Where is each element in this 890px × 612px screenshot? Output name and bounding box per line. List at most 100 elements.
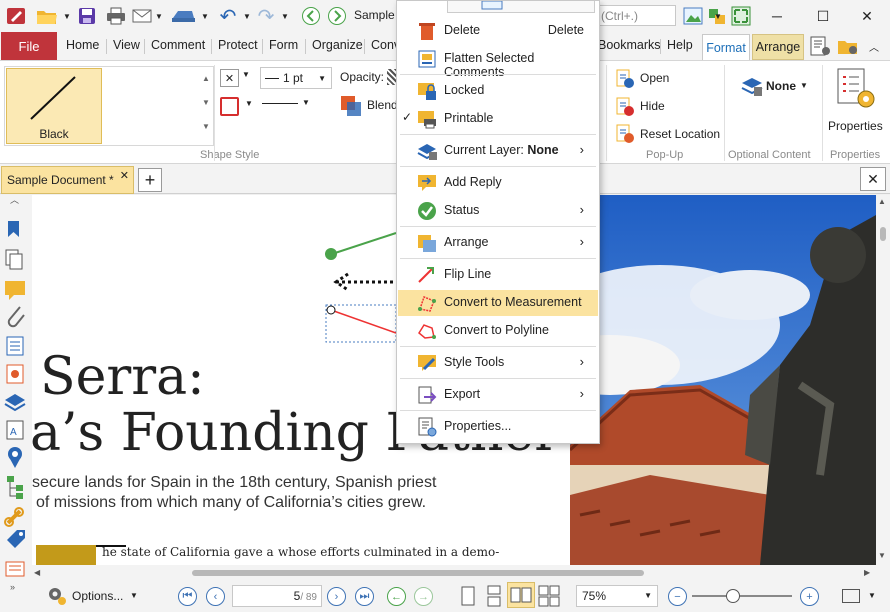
- fullscreen-icon[interactable]: [730, 6, 752, 26]
- first-page-button[interactable]: ⏮: [178, 587, 197, 606]
- chevron-down-icon[interactable]: ▼: [280, 6, 290, 26]
- tab-arrange[interactable]: Arrange: [752, 34, 804, 60]
- image-icon[interactable]: [682, 6, 704, 26]
- continuous-facing-icon[interactable]: [536, 585, 562, 607]
- tab-protect[interactable]: Protect: [218, 38, 258, 52]
- chevron-down-icon[interactable]: ▼: [154, 6, 164, 26]
- tab-view[interactable]: View: [113, 38, 140, 52]
- optional-content-none-button[interactable]: None: [766, 79, 796, 93]
- menu-item-status[interactable]: Status ›: [398, 198, 598, 224]
- panel-icons[interactable]: A: [0, 195, 32, 580]
- close-document-button[interactable]: ✕: [860, 167, 886, 191]
- properties-button[interactable]: Properties: [828, 119, 883, 133]
- facing-pages-icon[interactable]: [507, 582, 535, 608]
- scanner-icon[interactable]: [168, 6, 198, 26]
- new-tab-button[interactable]: +: [138, 168, 162, 192]
- close-tab-icon[interactable]: ✕: [120, 169, 129, 182]
- save-icon[interactable]: [76, 6, 98, 26]
- chevron-down-icon[interactable]: ▼: [713, 6, 723, 26]
- undo-icon[interactable]: ↶: [216, 6, 240, 28]
- zoom-slider-thumb[interactable]: [726, 589, 740, 603]
- menu-item-locked[interactable]: Locked: [398, 78, 598, 104]
- menu-item-properties[interactable]: Properties...: [398, 414, 598, 440]
- menu-item-current-layer[interactable]: Current Layer: None ›: [398, 138, 598, 164]
- options-button[interactable]: Options...: [72, 589, 123, 603]
- blend-label[interactable]: Blend: [367, 98, 398, 112]
- popup-open-button[interactable]: Open: [640, 71, 669, 85]
- tab-comment[interactable]: Comment: [151, 38, 205, 52]
- tab-home[interactable]: Home: [66, 38, 99, 52]
- single-page-icon[interactable]: [456, 585, 480, 607]
- ribbon-collapse-icon[interactable]: ︿: [864, 36, 884, 56]
- reset-location-button[interactable]: Reset Location: [640, 127, 720, 141]
- blend-icon[interactable]: [340, 95, 362, 117]
- document-tab[interactable]: Sample Document * ✕: [1, 166, 134, 194]
- scroll-left-icon[interactable]: ◀: [34, 568, 40, 577]
- zoom-slider-track[interactable]: [692, 595, 792, 597]
- chevron-down-icon[interactable]: ▼: [245, 99, 253, 108]
- stroke-color-button[interactable]: [220, 97, 239, 116]
- tab-format[interactable]: Format: [702, 34, 750, 60]
- previous-view-button[interactable]: ←: [387, 587, 406, 606]
- menu-item-add-reply[interactable]: Add Reply: [398, 170, 598, 196]
- gallery-scroll[interactable]: ▲ ▼ ▼: [200, 67, 212, 145]
- no-fill-button[interactable]: ✕: [220, 69, 239, 87]
- chevron-down-icon[interactable]: ▼: [200, 6, 210, 26]
- chevron-down-icon[interactable]: ▼: [800, 81, 808, 90]
- line-width-select[interactable]: 1 pt ▼: [260, 67, 332, 89]
- popup-hide-button[interactable]: Hide: [640, 99, 665, 113]
- previous-page-button[interactable]: ‹: [206, 587, 225, 606]
- vertical-scrollbar[interactable]: ▲ ▼: [876, 195, 890, 565]
- chevron-down-icon[interactable]: ▼: [302, 98, 310, 107]
- style-black-swatch[interactable]: Black: [6, 68, 102, 144]
- continuous-page-icon[interactable]: [482, 585, 506, 607]
- menu-item-printable[interactable]: ✓ Printable: [398, 106, 598, 132]
- back-icon[interactable]: [300, 6, 322, 26]
- search-input[interactable]: (Ctrl+.): [594, 5, 676, 26]
- tab-help[interactable]: Help: [667, 38, 693, 52]
- maximize-button[interactable]: ☐: [800, 0, 846, 32]
- horizontal-scroll-thumb[interactable]: [192, 570, 644, 576]
- document-settings-icon[interactable]: [808, 36, 832, 56]
- folder-settings-icon[interactable]: [836, 36, 860, 56]
- fit-window-icon[interactable]: [842, 589, 860, 603]
- menu-item-style-tools[interactable]: Style Tools ›: [398, 350, 598, 376]
- next-page-button[interactable]: ›: [327, 587, 346, 606]
- scroll-down-icon[interactable]: ▼: [878, 551, 886, 560]
- minimize-button[interactable]: ─: [754, 0, 800, 32]
- chevron-down-icon[interactable]: ▼: [62, 6, 72, 26]
- open-folder-icon[interactable]: [34, 6, 60, 26]
- scroll-right-icon[interactable]: ▶: [864, 568, 870, 577]
- chevron-down-icon[interactable]: ▼: [242, 70, 250, 79]
- panel-collapse-icon[interactable]: ︿: [10, 193, 19, 206]
- forward-icon[interactable]: [326, 6, 348, 26]
- line-style-icon[interactable]: [262, 103, 298, 104]
- next-view-button[interactable]: →: [414, 587, 433, 606]
- app-logo-icon[interactable]: [4, 6, 28, 26]
- tab-form[interactable]: Form: [269, 38, 298, 52]
- menu-item-convert-to-polyline[interactable]: Convert to Polyline: [398, 318, 598, 344]
- chevron-down-icon[interactable]: ▼: [130, 591, 138, 600]
- menu-item-arrange[interactable]: Arrange ›: [398, 230, 598, 256]
- menu-item-flip-line[interactable]: Flip Line: [398, 262, 598, 288]
- chevron-down-icon[interactable]: ▼: [868, 591, 876, 600]
- menu-item-flatten[interactable]: Flatten Selected Comments: [398, 46, 598, 79]
- zoom-in-button[interactable]: +: [800, 587, 819, 606]
- close-button[interactable]: ✕: [844, 0, 890, 32]
- tab-file[interactable]: File: [1, 32, 57, 60]
- vertical-scroll-thumb[interactable]: [880, 227, 886, 241]
- page-number-input[interactable]: 5/ 89: [232, 585, 322, 607]
- scroll-up-icon[interactable]: ▲: [878, 197, 886, 206]
- zoom-select[interactable]: 75% ▼: [576, 585, 658, 607]
- chevron-down-icon[interactable]: ▼: [242, 6, 252, 26]
- tab-bookmarks[interactable]: Bookmarks: [598, 38, 661, 52]
- print-icon[interactable]: [104, 6, 128, 26]
- horizontal-scrollbar[interactable]: ◀ ▶: [32, 565, 890, 581]
- last-page-button[interactable]: ⏭: [355, 587, 374, 606]
- redo-icon[interactable]: ↷: [254, 6, 278, 28]
- menu-item-export[interactable]: Export ›: [398, 382, 598, 408]
- email-icon[interactable]: [130, 6, 154, 26]
- menu-item-delete[interactable]: Delete Delete: [398, 18, 598, 44]
- zoom-out-button[interactable]: −: [668, 587, 687, 606]
- status-expand-icon[interactable]: »: [10, 582, 15, 592]
